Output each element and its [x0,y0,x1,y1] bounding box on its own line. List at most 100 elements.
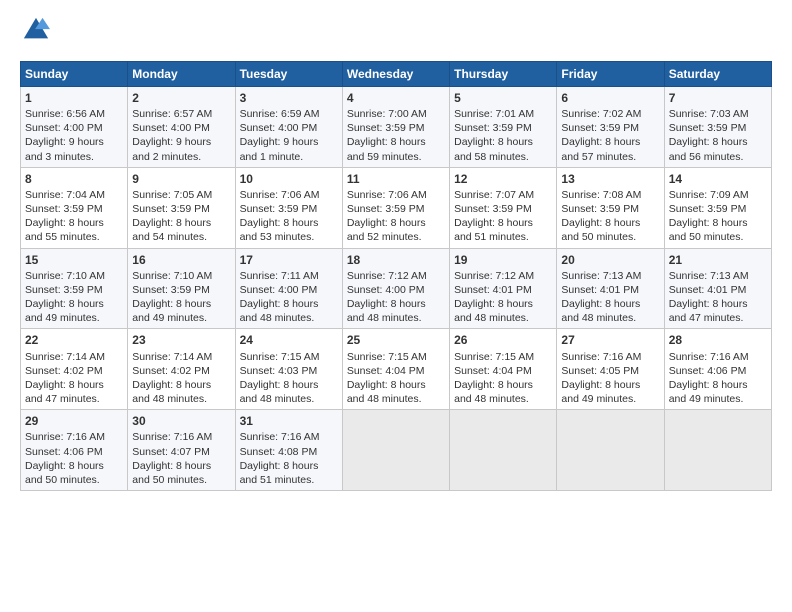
day-info-line: and 49 minutes. [25,311,123,325]
calendar-cell: 8Sunrise: 7:04 AMSunset: 3:59 PMDaylight… [21,167,128,248]
day-number: 25 [347,332,445,348]
calendar-cell: 30Sunrise: 7:16 AMSunset: 4:07 PMDayligh… [128,410,235,491]
day-number: 16 [132,252,230,268]
day-number: 27 [561,332,659,348]
calendar-cell: 3Sunrise: 6:59 AMSunset: 4:00 PMDaylight… [235,86,342,167]
page-container: SundayMondayTuesdayWednesdayThursdayFrid… [0,0,792,503]
calendar-cell: 12Sunrise: 7:07 AMSunset: 3:59 PMDayligh… [450,167,557,248]
day-number: 14 [669,171,767,187]
calendar-week-row: 29Sunrise: 7:16 AMSunset: 4:06 PMDayligh… [21,410,772,491]
day-info-line: Sunrise: 7:01 AM [454,107,552,121]
day-info-line: Sunset: 4:04 PM [454,364,552,378]
day-info-line: Daylight: 9 hours [132,135,230,149]
day-info-line: and 49 minutes. [669,392,767,406]
day-info-line: and 50 minutes. [669,230,767,244]
header-day-saturday: Saturday [664,61,771,86]
header-day-thursday: Thursday [450,61,557,86]
calendar-cell: 15Sunrise: 7:10 AMSunset: 3:59 PMDayligh… [21,248,128,329]
calendar-cell: 13Sunrise: 7:08 AMSunset: 3:59 PMDayligh… [557,167,664,248]
day-info-line: and 55 minutes. [25,230,123,244]
day-info-line: Sunrise: 7:10 AM [25,269,123,283]
header-day-friday: Friday [557,61,664,86]
day-info-line: Sunset: 4:05 PM [561,364,659,378]
day-info-line: Daylight: 9 hours [25,135,123,149]
day-info-line: Sunrise: 7:00 AM [347,107,445,121]
day-info-line: and 48 minutes. [240,311,338,325]
day-info-line: and 51 minutes. [454,230,552,244]
day-info-line: Sunset: 4:01 PM [669,283,767,297]
day-info-line: and 47 minutes. [669,311,767,325]
day-info-line: Sunrise: 7:03 AM [669,107,767,121]
day-number: 26 [454,332,552,348]
calendar-cell [557,410,664,491]
day-info-line: Daylight: 8 hours [561,297,659,311]
day-info-line: Sunrise: 7:14 AM [25,350,123,364]
day-info-line: Sunset: 3:59 PM [454,202,552,216]
header-row: SundayMondayTuesdayWednesdayThursdayFrid… [21,61,772,86]
day-info-line: Daylight: 8 hours [454,378,552,392]
header-day-wednesday: Wednesday [342,61,449,86]
calendar-cell: 10Sunrise: 7:06 AMSunset: 3:59 PMDayligh… [235,167,342,248]
day-number: 12 [454,171,552,187]
day-info-line: Sunset: 4:06 PM [669,364,767,378]
day-info-line: Daylight: 9 hours [240,135,338,149]
day-info-line: Daylight: 8 hours [240,297,338,311]
day-info-line: Sunset: 4:02 PM [25,364,123,378]
day-info-line: Sunrise: 7:02 AM [561,107,659,121]
day-info-line: Sunset: 3:59 PM [347,121,445,135]
calendar-table: SundayMondayTuesdayWednesdayThursdayFrid… [20,61,772,491]
day-info-line: Daylight: 8 hours [347,297,445,311]
day-info-line: and 1 minute. [240,150,338,164]
day-info-line: Daylight: 8 hours [132,297,230,311]
day-number: 6 [561,90,659,106]
day-info-line: and 50 minutes. [25,473,123,487]
day-info-line: Sunset: 4:00 PM [240,283,338,297]
day-number: 28 [669,332,767,348]
day-number: 31 [240,413,338,429]
day-number: 18 [347,252,445,268]
day-info-line: and 48 minutes. [561,311,659,325]
day-info-line: and 56 minutes. [669,150,767,164]
day-info-line: and 50 minutes. [561,230,659,244]
day-number: 13 [561,171,659,187]
day-info-line: Sunrise: 7:12 AM [347,269,445,283]
calendar-week-row: 15Sunrise: 7:10 AMSunset: 3:59 PMDayligh… [21,248,772,329]
header-day-sunday: Sunday [21,61,128,86]
day-info-line: Daylight: 8 hours [669,135,767,149]
day-info-line: Daylight: 8 hours [561,135,659,149]
day-info-line: Sunrise: 7:09 AM [669,188,767,202]
calendar-cell: 18Sunrise: 7:12 AMSunset: 4:00 PMDayligh… [342,248,449,329]
day-info-line: and 3 minutes. [25,150,123,164]
day-info-line: Sunrise: 7:16 AM [240,430,338,444]
day-info-line: Sunrise: 7:16 AM [669,350,767,364]
day-info-line: Daylight: 8 hours [347,135,445,149]
day-info-line: Sunset: 4:00 PM [132,121,230,135]
header-day-monday: Monday [128,61,235,86]
day-info-line: Sunrise: 7:15 AM [240,350,338,364]
calendar-cell: 7Sunrise: 7:03 AMSunset: 3:59 PMDaylight… [664,86,771,167]
calendar-cell: 1Sunrise: 6:56 AMSunset: 4:00 PMDaylight… [21,86,128,167]
day-info-line: Daylight: 8 hours [25,297,123,311]
calendar-cell [342,410,449,491]
day-info-line: and 48 minutes. [240,392,338,406]
day-info-line: Sunset: 4:08 PM [240,445,338,459]
calendar-cell: 23Sunrise: 7:14 AMSunset: 4:02 PMDayligh… [128,329,235,410]
day-info-line: Sunset: 3:59 PM [240,202,338,216]
day-info-line: Sunrise: 6:56 AM [25,107,123,121]
day-number: 10 [240,171,338,187]
day-info-line: Daylight: 8 hours [240,216,338,230]
calendar-cell: 17Sunrise: 7:11 AMSunset: 4:00 PMDayligh… [235,248,342,329]
day-info-line: Sunrise: 7:04 AM [25,188,123,202]
logo-text [20,16,50,49]
calendar-cell: 25Sunrise: 7:15 AMSunset: 4:04 PMDayligh… [342,329,449,410]
day-number: 9 [132,171,230,187]
day-info-line: Sunrise: 7:10 AM [132,269,230,283]
day-number: 15 [25,252,123,268]
day-number: 17 [240,252,338,268]
calendar-cell: 21Sunrise: 7:13 AMSunset: 4:01 PMDayligh… [664,248,771,329]
day-info-line: Daylight: 8 hours [132,459,230,473]
day-info-line: Daylight: 8 hours [25,459,123,473]
day-info-line: Sunset: 3:59 PM [561,202,659,216]
day-info-line: and 49 minutes. [561,392,659,406]
day-number: 19 [454,252,552,268]
